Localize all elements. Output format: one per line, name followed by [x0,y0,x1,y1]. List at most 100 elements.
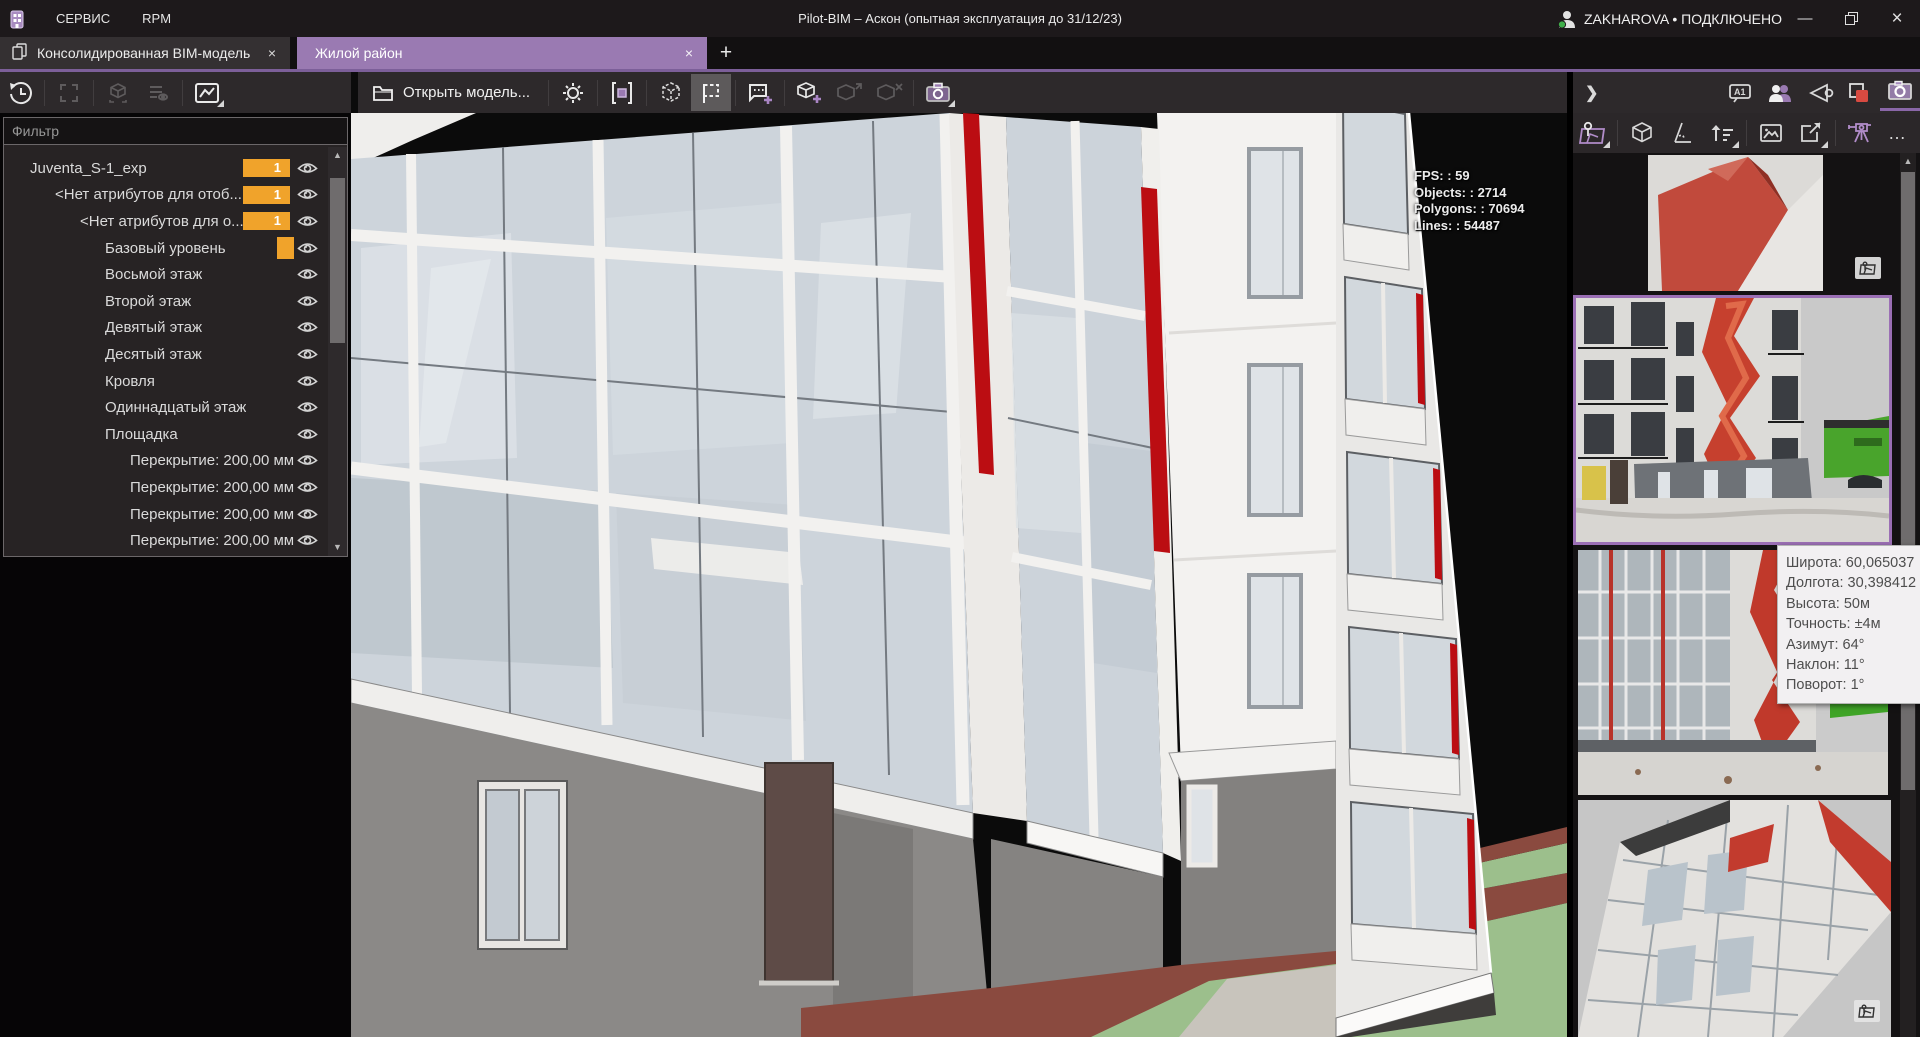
scroll-up-icon[interactable]: ▲ [1900,153,1916,169]
tree-item[interactable]: Десятый этаж [4,341,327,368]
tree-item[interactable]: Перекрытие: 200,00 мм [4,501,327,528]
cube-view-icon[interactable] [1622,115,1662,152]
visibility-eye-icon[interactable] [297,507,318,522]
tree-item-label: Перекрытие: 200,00 мм [4,452,294,469]
scene-3d[interactable]: FPS: : 59Objects: : 2714Polygons: : 7069… [351,113,1567,1037]
export-photo-icon[interactable] [1791,115,1831,152]
visibility-eye-icon[interactable] [297,400,318,415]
geo-tooltip-line: Наклон: 11° [1786,655,1920,675]
overlay-compare-icon[interactable] [1840,74,1880,111]
add-object-icon[interactable] [789,74,829,111]
tab-consolidated-bim-model[interactable]: Консолидированная BIM-модель × [0,37,290,69]
geo-tooltip-line: Долгота: 30,398412 [1786,573,1920,593]
history-icon[interactable] [0,74,40,111]
tree-item[interactable]: Восьмой этаж [4,261,327,288]
tree-item-label: Кровля [4,373,155,390]
tree-item[interactable]: Juventa_S-1_exp 1 [4,155,327,182]
geo-tooltip-line: Точность: ±4м [1786,614,1920,634]
tree-item[interactable]: Кровля [4,368,327,395]
count-badge: 1 [243,212,290,230]
isolate-object-icon[interactable] [98,74,138,111]
visibility-eye-icon[interactable] [297,427,318,442]
tree-item[interactable]: Перекрытие: 200,00 мм [4,448,327,475]
visibility-eye-icon[interactable] [297,187,318,202]
user-icon [1556,9,1578,29]
title-bar: СЕРВИС RPM Pilot-BIM – Аскон (опытная эк… [0,0,1920,37]
viewport-3d[interactable]: Открыть модель... [351,72,1567,1037]
tree-item-label: Juventa_S-1_exp [4,160,147,177]
visibility-list-icon[interactable] [138,74,178,111]
visibility-eye-icon[interactable] [297,533,318,548]
model-tree-container: Juventa_S-1_exp 1 <Нет атрибутов [3,117,348,557]
collapse-panel-icon[interactable]: ❯ [1573,83,1610,103]
section-box-icon[interactable] [651,74,691,111]
scroll-down-icon[interactable]: ▼ [328,539,347,554]
geo-tooltip-line: Высота: 50м [1786,594,1920,614]
tab-residential-district[interactable]: Жилой район × [297,37,707,69]
geo-pin-icon [1855,257,1881,279]
tab-close-icon[interactable]: × [681,45,697,61]
fit-view-icon[interactable] [49,74,89,111]
visibility-eye-icon[interactable] [297,320,318,335]
select-frame-icon[interactable] [602,74,642,111]
tree-item[interactable]: Второй этаж [4,288,327,315]
visibility-eye-icon[interactable] [297,161,318,176]
stat-line: Lines: : 54487 [1414,218,1525,235]
scroll-up-icon[interactable]: ▲ [328,147,347,162]
menu-service[interactable]: СЕРВИС [40,0,126,37]
screenshot-camera-icon[interactable] [918,74,958,111]
restore-button[interactable] [1828,0,1874,37]
minimize-button[interactable]: — [1782,0,1828,37]
visibility-eye-icon[interactable] [297,241,318,256]
more-tools-icon[interactable]: … [1880,123,1915,144]
tree-item[interactable]: Девятый этаж [4,315,327,342]
add-note-icon[interactable] [740,74,780,111]
angle-measure-icon[interactable] [1662,115,1702,152]
new-tab-button[interactable]: + [707,37,745,69]
photo-thumbnail-1[interactable] [1648,155,1823,291]
menu-rpm[interactable]: RPM [126,0,187,37]
geo-tooltip-line: Поворот: 1° [1786,675,1920,695]
tree-item[interactable]: <Нет атрибутов для о... 1 [4,208,327,235]
tree-item[interactable]: Базовый уровень [4,235,327,262]
visibility-eye-icon[interactable] [297,453,318,468]
open-model-button[interactable]: Открыть модель... [358,72,544,113]
stat-line: FPS: : 59 [1414,168,1525,185]
user-status[interactable]: ZAKHAROVA • ПОДКЛЮЧЕНО [1556,9,1782,29]
notes-icon[interactable]: A1 [1720,74,1760,111]
model-tree: Juventa_S-1_exp 1 <Нет атрибутов [4,147,327,556]
visibility-eye-icon[interactable] [297,347,318,362]
tree-item-label: Перекрытие: 200,00 мм [4,479,294,496]
map-pin-icon[interactable] [1573,115,1613,152]
close-button[interactable]: × [1874,0,1920,37]
visibility-eye-icon[interactable] [297,374,318,389]
scrollbar-thumb[interactable] [330,178,345,343]
clip-region-icon[interactable] [691,74,731,111]
tree-item[interactable]: Перекрытие: 200,00 мм [4,474,327,501]
visibility-eye-icon[interactable] [297,267,318,282]
settings-gear-icon[interactable] [553,74,593,111]
sort-order-icon[interactable] [1702,115,1742,152]
tree-scrollbar[interactable]: ▲ ▼ [328,147,347,556]
object-delete-icon[interactable] [869,74,909,111]
filter-input[interactable] [4,118,347,145]
tree-item[interactable]: Одиннадцатый этаж [4,394,327,421]
contacts-icon[interactable] [1760,74,1800,111]
tab-close-icon[interactable]: × [264,45,280,61]
visibility-eye-icon[interactable] [297,214,318,229]
tree-item[interactable]: Площадка [4,421,327,448]
visibility-eye-icon[interactable] [297,480,318,495]
view-direction-icon[interactable] [1800,74,1840,111]
photo-thumbnail-4[interactable] [1578,800,1891,1037]
image-icon[interactable] [1751,115,1791,152]
visibility-eye-icon[interactable] [297,294,318,309]
object-in-icon[interactable] [829,74,869,111]
photos-tab-camera-icon[interactable] [1880,74,1920,111]
tree-item-label: <Нет атрибутов для отоб... [4,186,242,203]
count-badge: 1 [243,186,290,204]
tree-item[interactable]: <Нет атрибутов для отоб... 1 [4,182,327,209]
photo-thumbnail-2-selected[interactable] [1573,295,1892,545]
tree-item[interactable]: Перекрытие: 200,00 мм [4,527,327,554]
chart-mode-icon[interactable] [187,74,227,111]
tripod-camera-icon[interactable] [1840,115,1880,152]
